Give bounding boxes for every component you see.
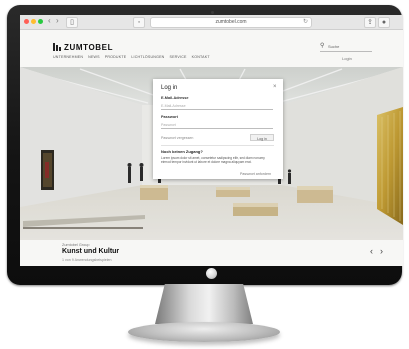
nav-item[interactable]: SERVICE: [169, 55, 186, 59]
monitor-stand-base: [128, 322, 280, 342]
forgot-password-link[interactable]: Passwort vergessen: [161, 136, 193, 140]
browser-toolbar: ‹ › ▯ ◦ zumtobel.com ↻ ⇪ ●: [20, 15, 403, 30]
site-search[interactable]: ⚲ Suche: [320, 43, 372, 52]
logo-icon: [53, 43, 61, 51]
nav-item[interactable]: KONTAKT: [192, 55, 210, 59]
close-window-button[interactable]: [24, 19, 29, 24]
close-icon[interactable]: ×: [273, 84, 277, 90]
address-bar[interactable]: zumtobel.com ↻: [150, 17, 312, 28]
nav-item[interactable]: UNTERNEHMEN: [53, 55, 83, 59]
caption-strip: Zumtobel Group Kunst und Kultur 1 von 9 …: [20, 240, 403, 266]
caption-meta: 1 von 9 Anwendungsbeispielen: [62, 258, 112, 262]
caption-eyebrow: Zumtobel Group: [62, 243, 90, 247]
main-nav: UNTERNEHMEN NEWS PRODUKTE LICHTLÖSUNGEN …: [53, 55, 210, 59]
email-label: E-Mail-Adresse: [161, 96, 189, 100]
minimize-window-button[interactable]: [31, 19, 36, 24]
reload-icon[interactable]: ↻: [303, 18, 308, 27]
nav-item[interactable]: NEWS: [88, 55, 100, 59]
address-url: zumtobel.com: [215, 19, 247, 25]
no-account-heading: Noch keinen Zugang?: [161, 149, 203, 154]
camera-dot: [211, 11, 214, 14]
monitor-stand-neck: [155, 284, 253, 324]
register-copy: Lorem ipsum dolor sit amet, consetetur s…: [161, 156, 265, 165]
share-icon[interactable]: ⇪: [364, 17, 376, 28]
header-login-link[interactable]: Login: [342, 56, 352, 61]
downloads-icon[interactable]: ●: [378, 17, 390, 28]
search-label: Suche: [328, 44, 340, 49]
monitor-bezel: ‹ › ▯ ◦ zumtobel.com ↻ ⇪ ● ZUMTOBEL UNTE…: [7, 5, 403, 285]
site-header: ZUMTOBEL UNTERNEHMEN NEWS PRODUKTE LICHT…: [20, 30, 403, 67]
caption-title[interactable]: Kunst und Kultur: [62, 248, 119, 255]
request-password-link[interactable]: Passwort anfordern: [240, 172, 271, 176]
next-slide-icon[interactable]: ›: [380, 247, 383, 256]
brand-logo[interactable]: ZUMTOBEL: [64, 43, 113, 52]
password-field[interactable]: [161, 121, 273, 129]
email-field[interactable]: [161, 102, 273, 110]
monitor-screen: ‹ › ▯ ◦ zumtobel.com ↻ ⇪ ● ZUMTOBEL UNTE…: [20, 15, 403, 266]
login-title: Log in: [161, 85, 178, 91]
maximize-window-button[interactable]: [38, 19, 43, 24]
shield-icon[interactable]: ◦: [133, 17, 145, 28]
login-dialog: Log in × E-Mail-Adresse Passwort Passwor…: [153, 79, 283, 179]
power-button-icon: [206, 268, 217, 279]
dialog-divider: [161, 145, 274, 146]
search-icon: ⚲: [320, 43, 325, 49]
forward-arrow-icon[interactable]: ›: [56, 16, 59, 25]
prev-slide-icon[interactable]: ‹: [370, 247, 373, 256]
password-label: Passwort: [161, 115, 178, 119]
login-submit-button[interactable]: Log in: [250, 134, 274, 141]
back-arrow-icon[interactable]: ‹: [48, 16, 51, 25]
sidebar-icon[interactable]: ▯: [66, 17, 78, 28]
nav-item[interactable]: LICHTLÖSUNGEN: [131, 55, 164, 59]
nav-item[interactable]: PRODUKTE: [105, 55, 127, 59]
